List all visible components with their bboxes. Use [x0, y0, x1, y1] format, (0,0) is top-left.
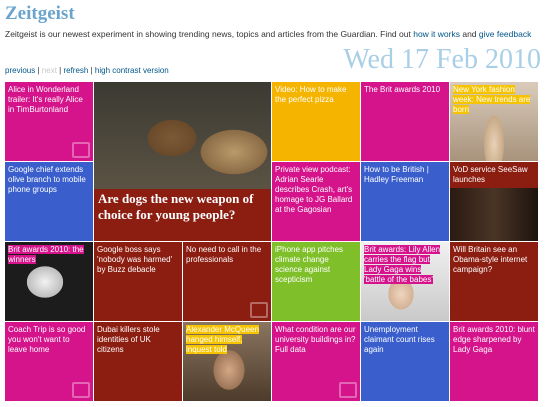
tile-logo-icon	[72, 382, 90, 398]
tile-text: Dubai killers stole identities of UK cit…	[97, 325, 160, 354]
tile-text: New York fashion week: New trends are bo…	[453, 85, 531, 114]
tile-coach-trip[interactable]: Coach Trip is so good you won't want to …	[5, 322, 93, 401]
current-date: Wed 17 Feb 2010	[343, 44, 541, 75]
tile-text: The Brit awards 2010	[364, 85, 441, 94]
tile-how-to-be-british[interactable]: How to be British | Hadley Freeman	[361, 162, 449, 241]
tile-brit-lady-gaga[interactable]: Brit awards 2010: blunt edge sharpened b…	[450, 322, 538, 401]
tile-obama-campaign[interactable]: Will Britain see an Obama-style internet…	[450, 242, 538, 321]
tile-alice-trailer[interactable]: Alice in Wonderland trailer: It's really…	[5, 82, 93, 161]
tile-lily-allen[interactable]: Brit awards: Lily Allen carries the flag…	[361, 242, 449, 321]
tile-text: Private view podcast: Adrian Searle desc…	[275, 165, 353, 214]
tile-iphone-climate[interactable]: iPhone app pitches climate change scienc…	[272, 242, 360, 321]
tile-university-buildings[interactable]: What condition are our university buildi…	[272, 322, 360, 401]
tile-text: Alexander McQueen hanged himself, inques…	[186, 325, 259, 354]
tile-pizza-video[interactable]: Video: How to make the perfect pizza	[272, 82, 360, 161]
tile-featured-dogs[interactable]: Are dogs the new weapon of choice for yo…	[94, 82, 271, 241]
tile-google-chief[interactable]: Google chief extends olive branch to mob…	[5, 162, 93, 241]
featured-headline: Are dogs the new weapon of choice for yo…	[98, 191, 254, 222]
tile-professionals[interactable]: No need to call in the professionals	[183, 242, 271, 321]
tile-text: Alice in Wonderland trailer: It's really…	[8, 85, 83, 114]
tile-private-view[interactable]: Private view podcast: Adrian Searle desc…	[272, 162, 360, 241]
tile-logo-icon	[72, 142, 90, 158]
tile-brit-winners[interactable]: Brit awards 2010: the winners	[5, 242, 93, 321]
give-feedback-link[interactable]: give feedback	[479, 29, 531, 39]
tile-text: Brit awards 2010: the winners	[8, 245, 84, 264]
refresh-link[interactable]: refresh	[63, 66, 88, 75]
intro-and: and	[459, 29, 479, 39]
zeitgeist-grid: Alice in Wonderland trailer: It's really…	[5, 82, 538, 402]
tile-dubai-killers[interactable]: Dubai killers stole identities of UK cit…	[94, 322, 182, 401]
tile-logo-icon	[250, 302, 268, 318]
tile-brit-awards[interactable]: The Brit awards 2010	[361, 82, 449, 161]
intro-sentence: Zeitgeist is our newest experiment in sh…	[5, 29, 414, 39]
tile-text: VoD service SeeSaw launches	[453, 165, 528, 184]
next-link-disabled: next	[41, 66, 57, 75]
tile-text: How to be British | Hadley Freeman	[364, 165, 429, 184]
tile-mcqueen[interactable]: Alexander McQueen hanged himself, inques…	[183, 322, 271, 401]
how-it-works-link[interactable]: how it works	[413, 29, 460, 39]
tile-seesaw[interactable]: VoD service SeeSaw launches	[450, 162, 538, 241]
page-nav: previous | next | refresh | high contras…	[5, 66, 169, 75]
tile-unemployment[interactable]: Unemployment claimant count rises again	[361, 322, 449, 401]
high-contrast-link[interactable]: high contrast version	[95, 66, 169, 75]
previous-link[interactable]: previous	[5, 66, 35, 75]
intro-text: Zeitgeist is our newest experiment in sh…	[5, 29, 545, 39]
seesaw-photo	[450, 188, 538, 241]
site-logo[interactable]: Zeitgeist	[5, 3, 75, 25]
tile-text: Google boss says 'nobody was harmed' by …	[97, 245, 173, 274]
tile-text: Video: How to make the perfect pizza	[275, 85, 347, 104]
tile-logo-icon	[339, 382, 357, 398]
tile-google-buzz[interactable]: Google boss says 'nobody was harmed' by …	[94, 242, 182, 321]
dog-photo	[94, 82, 271, 189]
tile-ny-fashion[interactable]: New York fashion week: New trends are bo…	[450, 82, 538, 161]
tile-text: No need to call in the professionals	[186, 245, 262, 264]
tile-text: Brit awards: Lily Allen carries the flag…	[364, 245, 441, 284]
tile-text: Google chief extends olive branch to mob…	[8, 165, 86, 194]
tile-text: Coach Trip is so good you won't want to …	[8, 325, 86, 354]
tile-text: Brit awards 2010: blunt edge sharpened b…	[453, 325, 535, 354]
tile-text: What condition are our university buildi…	[275, 325, 356, 354]
tile-text: Will Britain see an Obama-style internet…	[453, 245, 528, 274]
tile-text: iPhone app pitches climate change scienc…	[275, 245, 344, 284]
tile-text: Unemployment claimant count rises again	[364, 325, 435, 354]
